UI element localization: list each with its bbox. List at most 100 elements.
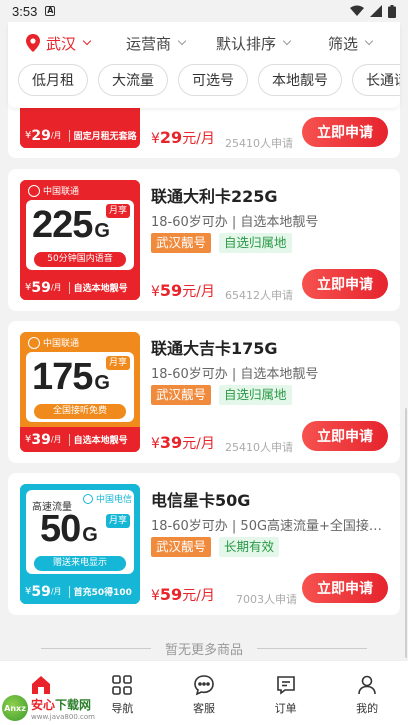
price-unit: 元/月 [182, 131, 215, 147]
product-title: 电信星卡50G [151, 491, 251, 510]
applicant-count: 7003人申请 [236, 593, 297, 606]
thumbnail-unit: /月 [50, 587, 62, 596]
filter-header: 武汉 运营商 默认排序 筛选 低月租 大流量 可选号 本地靓号 长通话 [8, 22, 400, 108]
apply-button[interactable]: 立即申请 [302, 269, 388, 299]
data-amount: 175 G [32, 356, 110, 398]
grid-icon [112, 675, 133, 695]
watermark-brand: 安心下载网 [31, 697, 92, 712]
product-description: 18-60岁可办 | 自选本地靓号 [151, 367, 319, 382]
thumbnail-unit: /月 [50, 283, 62, 292]
apply-button[interactable]: 立即申请 [302, 421, 388, 451]
tag-selectable-number[interactable]: 可选号 [178, 64, 248, 96]
tab-label: 订单 [274, 702, 297, 715]
tag-low-rent[interactable]: 低月租 [18, 64, 88, 96]
unicom-logo-icon [28, 336, 40, 349]
sort-filter[interactable]: 默认排序 [216, 33, 292, 54]
apply-button[interactable]: 立即申请 [302, 117, 388, 147]
chat-icon [194, 675, 214, 696]
product-thumbnail: 中国联通 175 G 月享 全国接听免费 ¥ 39 /月 自选本地靓号 [20, 332, 140, 452]
product-badges: 武汉靓号 长期有效 [151, 537, 280, 557]
thumbnail-promo: 自选本地靓号 [73, 436, 128, 446]
status-time: 3:53 [12, 3, 38, 19]
badge-local-number: 武汉靓号 [151, 233, 212, 253]
currency-symbol: ¥ [151, 284, 160, 300]
price: ¥29元/月 [151, 128, 215, 148]
location-label: 武汉 [46, 34, 77, 53]
badge-validity: 长期有效 [219, 537, 280, 557]
tab-label: 我的 [356, 702, 379, 715]
product-card-2[interactable]: 中国联通 225 G 月享 50分钟国内语音 ¥ 59 /月 自选本地靓号 联通大… [8, 169, 400, 311]
applicant-count: 25410人申请 [225, 441, 293, 454]
divider [68, 585, 70, 598]
product-description: 18-60岁可办 | 50G高速流量+全国接… [151, 519, 382, 534]
applicant-count: 65412人申请 [225, 289, 293, 302]
tab-label: 导航 [111, 702, 134, 715]
feature-ribbon: 50分钟国内语音 [34, 252, 126, 267]
watermark: Anxz 安心下载网 www.java800.com [2, 692, 112, 724]
divider [257, 647, 367, 649]
carrier-brand: 中国联通 [28, 184, 79, 197]
feature-ribbon: 全国接听免费 [34, 404, 126, 419]
tag-long-call[interactable]: 长通话 [352, 64, 400, 96]
chevron-down-icon [364, 36, 374, 46]
product-badges: 武汉靓号 自选归属地 [151, 385, 292, 405]
product-thumbnail: 中国联通 225 G 月享 50分钟国内语音 ¥ 59 /月 自选本地靓号 [20, 180, 140, 300]
product-card-4[interactable]: 中国电信 高速流量 50 G 月享 赠送来电显示 ¥ 59 /月 首充50得100… [8, 473, 400, 615]
operator-filter[interactable]: 运营商 [126, 33, 187, 54]
price-unit: 元/月 [182, 588, 215, 604]
month-badge: 月享 [105, 204, 130, 218]
product-badges: 武汉靓号 自选归属地 [151, 233, 292, 253]
badge-region: 自选归属地 [219, 233, 292, 253]
battery-icon [388, 4, 396, 18]
unicom-logo-icon [28, 184, 40, 197]
currency-symbol: ¥ [151, 131, 160, 147]
chevron-down-icon [82, 36, 92, 46]
product-description: 18-60岁可办 | 自选本地靓号 [151, 215, 319, 230]
price: ¥59元/月 [151, 281, 215, 301]
applicant-count: 25410人申请 [225, 137, 293, 150]
month-badge: 月享 [105, 514, 130, 528]
tab-profile[interactable]: 我的 [326, 661, 408, 725]
scrollbar[interactable] [405, 408, 407, 658]
badge-local-number: 武汉靓号 [151, 537, 212, 557]
product-title: 联通大利卡225G [151, 187, 278, 206]
thumbnail-unit: /月 [50, 131, 62, 140]
apply-button[interactable]: 立即申请 [302, 573, 388, 603]
price-unit: 元/月 [182, 436, 215, 452]
data-amount: 50 G [40, 508, 98, 550]
thumbnail-promo: 固定月租无套路 [73, 132, 137, 142]
filter-row: 武汉 运营商 默认排序 筛选 [8, 28, 400, 58]
price-unit: 元/月 [182, 284, 215, 300]
no-more-text: 暂无更多商品 [164, 642, 243, 658]
currency-symbol: ¥ [151, 588, 160, 604]
location-selector[interactable]: 武汉 [26, 33, 92, 54]
thumbnail-price: 59 [31, 583, 51, 600]
carrier-brand: 中国电信 [82, 492, 132, 505]
data-amount: 225 G [32, 204, 110, 246]
price-value: 29 [159, 128, 183, 147]
tag-big-data[interactable]: 大流量 [98, 64, 168, 96]
chevron-down-icon [282, 36, 292, 46]
price-value: 59 [159, 281, 183, 300]
price: ¥39元/月 [151, 433, 215, 453]
signal-icon [370, 5, 382, 17]
thumbnail-price: 29 [31, 127, 51, 144]
product-thumbnail: 中国电信 高速流量 50 G 月享 赠送来电显示 ¥ 59 /月 首充50得100 [20, 484, 140, 604]
user-icon [358, 675, 376, 695]
carrier-brand: 中国联通 [28, 336, 79, 349]
telecom-logo-icon [82, 493, 93, 504]
divider [40, 647, 151, 649]
thumbnail-unit: /月 [50, 435, 62, 444]
tag-local-number[interactable]: 本地靓号 [258, 64, 342, 96]
price-value: 59 [159, 585, 183, 604]
more-filter[interactable]: 筛选 [328, 33, 374, 54]
thumbnail-promo: 自选本地靓号 [73, 284, 128, 294]
divider [68, 129, 70, 142]
divider [68, 281, 70, 294]
status-bar: 3:53 A [0, 0, 408, 22]
product-card-3[interactable]: 中国联通 175 G 月享 全国接听免费 ¥ 39 /月 自选本地靓号 联通大吉卡… [8, 321, 400, 463]
tab-customer-service[interactable]: 客服 [163, 661, 245, 725]
quick-filter-tags: 低月租 大流量 可选号 本地靓号 长通话 [18, 64, 400, 98]
tab-label: 客服 [192, 702, 215, 715]
tab-orders[interactable]: 订单 [245, 661, 327, 725]
